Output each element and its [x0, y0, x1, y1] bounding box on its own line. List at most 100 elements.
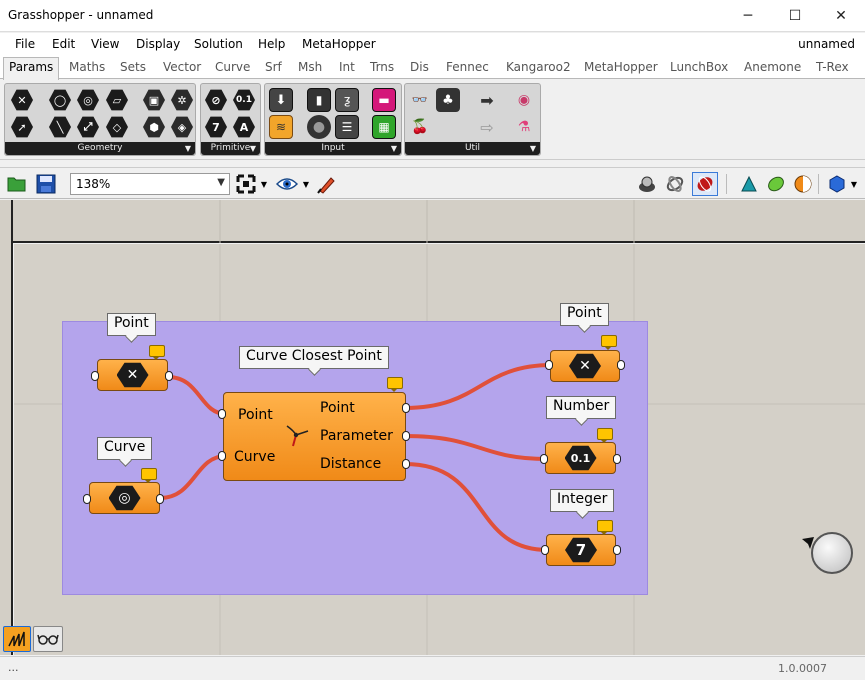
- component-output-point-grip[interactable]: [402, 403, 410, 413]
- tab-curve[interactable]: Curve: [215, 60, 250, 74]
- glasses-icon[interactable]: 👓: [408, 88, 432, 112]
- menu-solution[interactable]: Solution: [194, 37, 243, 51]
- curve-input-grip[interactable]: [83, 494, 91, 504]
- relay-hollow-arrow-icon[interactable]: ⇨: [475, 115, 499, 139]
- cluster-icon[interactable]: ◉: [512, 88, 536, 112]
- download-icon[interactable]: ⬇: [269, 88, 293, 112]
- canvas-navigation-ball[interactable]: [811, 532, 853, 574]
- panel-icon[interactable]: ≋: [269, 115, 293, 139]
- point-param-icon[interactable]: ✕: [10, 88, 34, 112]
- tab-dis[interactable]: Dis: [410, 60, 429, 74]
- zoom-extents-icon[interactable]: [235, 173, 257, 195]
- plane-param-icon[interactable]: ◇: [105, 115, 129, 139]
- minimize-button[interactable]: ─: [725, 0, 771, 32]
- open-file-icon[interactable]: [6, 173, 28, 195]
- point-input-grip[interactable]: [91, 371, 99, 381]
- point-output-param-in-grip[interactable]: [545, 360, 553, 370]
- brep-param-icon[interactable]: ⬢: [142, 115, 166, 139]
- bake-green-icon[interactable]: [765, 173, 787, 195]
- zoom-extents-dropdown-icon[interactable]: ▼: [259, 173, 269, 195]
- input-expand-icon[interactable]: ▼: [391, 142, 397, 155]
- tab-lunchbox[interactable]: LunchBox: [670, 60, 728, 74]
- component-output-parameter[interactable]: Parameter: [320, 428, 393, 444]
- curve-input-param[interactable]: ◎: [89, 482, 160, 514]
- relay-arrow-icon[interactable]: ➡: [475, 88, 499, 112]
- component-input-point[interactable]: Point: [238, 407, 273, 423]
- integer-param-icon[interactable]: 7: [204, 115, 228, 139]
- tab-anemone[interactable]: Anemone: [744, 60, 801, 74]
- surface-param-icon[interactable]: ▱: [105, 88, 129, 112]
- bake-teal-icon[interactable]: [738, 173, 760, 195]
- tab-kangaroo2[interactable]: Kangaroo2: [506, 60, 571, 74]
- button-icon[interactable]: ●: [307, 115, 331, 139]
- tree-icon[interactable]: ♣: [436, 88, 460, 112]
- integer-output-param-in-grip[interactable]: [541, 545, 549, 555]
- curve-param-icon[interactable]: ◎: [76, 88, 100, 112]
- preview-dropdown-icon[interactable]: ▼: [301, 173, 311, 195]
- component-input-curve[interactable]: Curve: [234, 449, 275, 465]
- menu-display[interactable]: Display: [136, 37, 180, 51]
- text-param-icon[interactable]: A: [232, 115, 256, 139]
- component-output-distance[interactable]: Distance: [320, 456, 381, 472]
- box-param-icon[interactable]: ▣: [142, 88, 166, 112]
- tab-sets[interactable]: Sets: [120, 60, 146, 74]
- geometry-expand-icon[interactable]: ▼: [185, 142, 191, 155]
- cherry-icon[interactable]: 🍒: [408, 115, 432, 139]
- curve-closest-point-component[interactable]: Point Curve Point Parameter Distance: [223, 392, 406, 481]
- tab-params[interactable]: Params: [3, 57, 60, 80]
- display-settings-icon[interactable]: [826, 173, 848, 195]
- tab-metahopper[interactable]: MetaHopper: [584, 60, 658, 74]
- bake-orange-sphere-icon[interactable]: [792, 173, 814, 195]
- display-settings-dropdown-icon[interactable]: ▼: [849, 173, 859, 195]
- field-param-icon[interactable]: ◈: [170, 115, 194, 139]
- tab-fennec[interactable]: Fennec: [446, 60, 489, 74]
- menu-metahopper[interactable]: MetaHopper: [302, 37, 376, 51]
- primitive-expand-icon[interactable]: ▼: [250, 142, 256, 155]
- panel-toggle-icon[interactable]: [3, 626, 31, 652]
- sketch-pen-icon[interactable]: [316, 173, 338, 195]
- maximize-button[interactable]: ☐: [772, 0, 818, 32]
- polyline-param-icon[interactable]: ⤢: [76, 115, 100, 139]
- component-output-distance-grip[interactable]: [402, 459, 410, 469]
- gradient-icon[interactable]: ▬: [372, 88, 396, 112]
- menu-view[interactable]: View: [91, 37, 119, 51]
- preview-wireframe-icon[interactable]: [664, 173, 686, 195]
- tab-msh[interactable]: Msh: [298, 60, 322, 74]
- number-output-param-out-grip[interactable]: [613, 454, 621, 464]
- tab-srf[interactable]: Srf: [265, 60, 282, 74]
- integer-output-param-out-grip[interactable]: [613, 545, 621, 555]
- line-param-icon[interactable]: ╲: [48, 115, 72, 139]
- close-button[interactable]: ✕: [818, 0, 864, 32]
- menu-file[interactable]: File: [15, 37, 35, 51]
- curve-output-grip[interactable]: [156, 494, 164, 504]
- number-param-icon[interactable]: 0.1: [232, 88, 256, 112]
- util-expand-icon[interactable]: ▼: [530, 142, 536, 155]
- preview-eye-icon[interactable]: [276, 173, 298, 195]
- tab-trns[interactable]: Trns: [370, 60, 394, 74]
- component-output-point[interactable]: Point: [320, 400, 355, 416]
- preview-selected-only-icon[interactable]: [692, 172, 718, 196]
- menu-help[interactable]: Help: [258, 37, 285, 51]
- tab-vector[interactable]: Vector: [163, 60, 201, 74]
- toggle-icon[interactable]: ▮: [307, 88, 331, 112]
- colour-swatch-icon[interactable]: ▦: [372, 115, 396, 139]
- vector-param-icon[interactable]: ➚: [10, 115, 34, 139]
- preview-shaded-icon[interactable]: [636, 173, 658, 195]
- glasses-toggle-icon[interactable]: [33, 626, 63, 652]
- menu-edit[interactable]: Edit: [52, 37, 75, 51]
- point-input-param[interactable]: ✕: [97, 359, 168, 391]
- value-list-icon[interactable]: ☰: [335, 115, 359, 139]
- circle-param-icon[interactable]: ◯: [48, 88, 72, 112]
- point-output-grip[interactable]: [165, 371, 173, 381]
- mesh-param-icon[interactable]: ✲: [170, 88, 194, 112]
- number-output-param-in-grip[interactable]: [540, 454, 548, 464]
- save-file-icon[interactable]: [35, 173, 57, 195]
- graph-mapper-icon[interactable]: ƺ: [335, 88, 359, 112]
- component-input-curve-grip[interactable]: [218, 451, 226, 461]
- boolean-param-icon[interactable]: ⊘: [204, 88, 228, 112]
- point-output-param-out-grip[interactable]: [617, 360, 625, 370]
- number-output-param[interactable]: 0.1: [545, 442, 616, 474]
- tab-maths[interactable]: Maths: [69, 60, 105, 74]
- tab-int[interactable]: Int: [339, 60, 355, 74]
- integer-output-param[interactable]: 7: [546, 534, 616, 566]
